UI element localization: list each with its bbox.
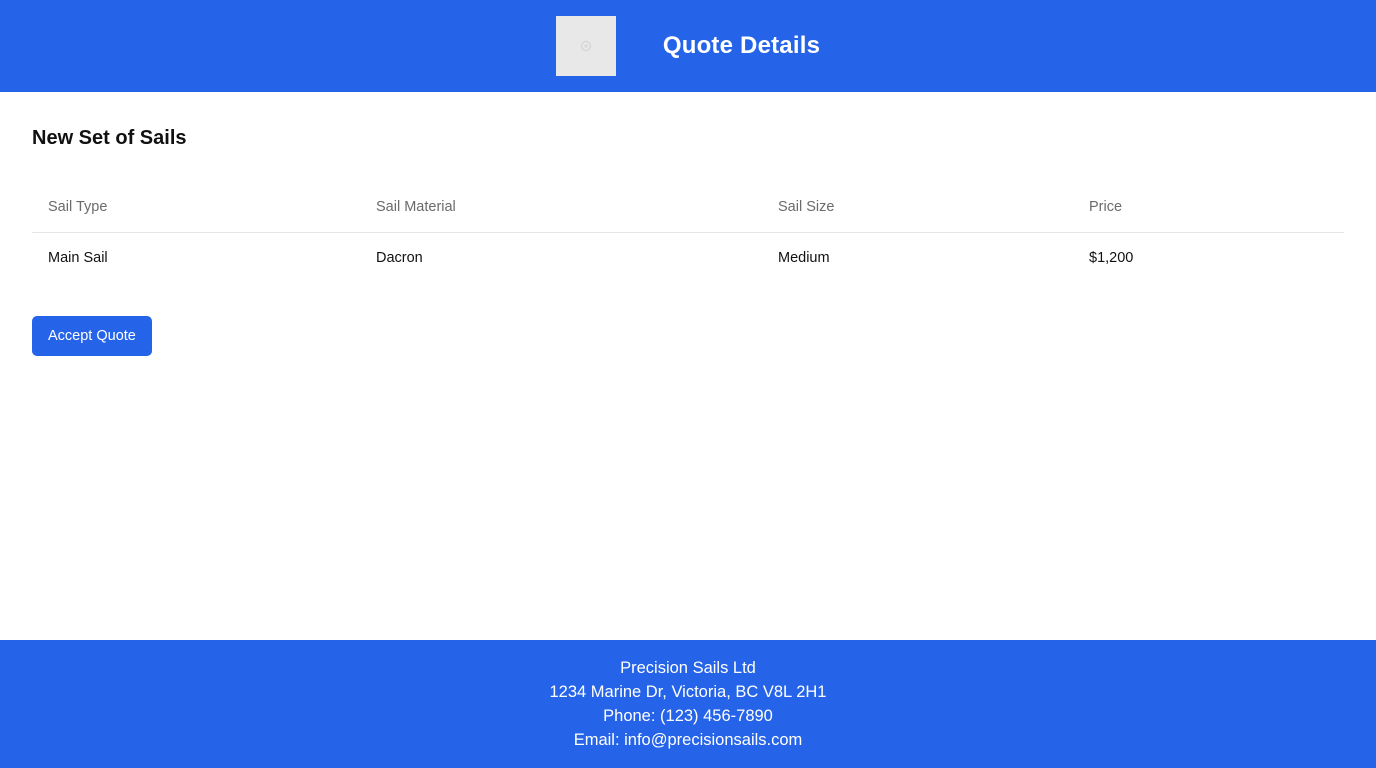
cell-sail-size: Medium xyxy=(778,250,830,267)
column-header-sail-material: Sail Material xyxy=(360,182,762,233)
page-title: Quote Details xyxy=(662,32,821,59)
cell-price: $1,200 xyxy=(1089,250,1134,267)
footer-address: 1234 Marine Dr, Victoria, BC V8L 2H1 xyxy=(549,683,827,701)
column-header-sail-type: Sail Type xyxy=(32,182,360,233)
accept-quote-button[interactable]: Accept Quote xyxy=(32,316,152,356)
footer-phone: Phone: (123) 456-7890 xyxy=(603,707,773,725)
cell-sail-type: Main Sail xyxy=(48,250,108,267)
footer: Precision Sails Ltd 1234 Marine Dr, Vict… xyxy=(0,640,1376,768)
main-content: New Set of Sails Sail Type Sail Material… xyxy=(32,92,1344,356)
footer-email: Email: info@precisionsails.com xyxy=(573,731,803,749)
page: Quote Details New Set of Sails Sail Type… xyxy=(0,0,1376,768)
header-bar: Quote Details xyxy=(0,0,1376,92)
column-header-price: Price xyxy=(1073,182,1344,233)
footer-company: Precision Sails Ltd xyxy=(620,659,756,677)
quote-table: Sail Type Sail Material Sail Size Price … xyxy=(32,182,1344,284)
cell-sail-material: Dacron xyxy=(376,250,423,267)
table-row: Main Sail Dacron Medium $1,200 xyxy=(32,232,1344,284)
image-placeholder-icon xyxy=(580,41,591,51)
logo-placeholder xyxy=(555,16,616,76)
table-header-row: Sail Type Sail Material Sail Size Price xyxy=(32,182,1344,233)
section-title: New Set of Sails xyxy=(32,127,187,149)
column-header-sail-size: Sail Size xyxy=(762,182,1073,233)
